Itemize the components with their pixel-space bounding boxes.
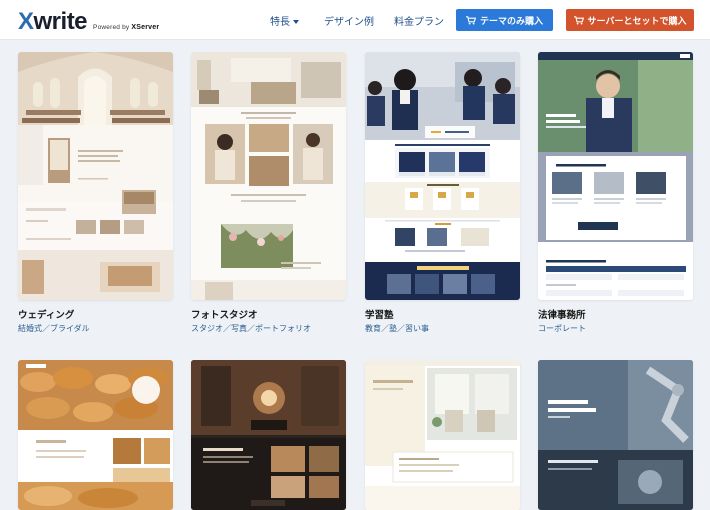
design-card-restaurant[interactable] — [191, 360, 346, 510]
card-tags[interactable]: コーポレート — [538, 323, 586, 334]
salon-thumbnail[interactable] — [365, 360, 520, 510]
xwrite-logo[interactable]: Xwrite Powered by XServer — [18, 8, 159, 36]
cart-icon — [465, 16, 477, 25]
design-card-salon[interactable] — [365, 360, 520, 510]
buy-with-server-button[interactable]: サーバーとセットで購入 — [566, 9, 694, 31]
design-card-bakery[interactable] — [18, 360, 173, 510]
law-firm-thumbnail[interactable] — [538, 52, 693, 300]
logo-wordmark: Xwrite — [18, 8, 88, 35]
design-card-tech[interactable] — [538, 360, 693, 510]
card-title: フォトスタジオ — [191, 310, 258, 321]
bakery-thumbnail[interactable] — [18, 360, 173, 510]
nav-features[interactable]: 特長 — [270, 13, 299, 28]
photo-studio-thumbnail[interactable] — [191, 52, 346, 300]
card-tags[interactable]: スタジオ／写真／ポートフォリオ — [191, 323, 311, 334]
card-title: ウェディング — [18, 310, 75, 321]
chevron-down-icon — [293, 20, 299, 24]
buy-theme-button[interactable]: テーマのみ購入 — [456, 9, 553, 31]
card-tags[interactable]: 結婚式／ブライダル — [18, 323, 90, 334]
card-title: 学習塾 — [365, 310, 394, 321]
restaurant-thumbnail[interactable] — [191, 360, 346, 510]
cart-icon — [573, 16, 584, 25]
nav-design-examples[interactable]: デザイン例 — [324, 13, 374, 28]
site-header: Xwrite Powered by XServer 特長 デザイン例 料金プラン… — [0, 0, 710, 40]
card-title: 法律事務所 — [538, 310, 586, 321]
logo-powered-by: Powered by XServer — [93, 24, 160, 31]
nav-pricing[interactable]: 料金プラン — [394, 13, 444, 28]
tech-thumbnail[interactable] — [538, 360, 693, 510]
card-tags[interactable]: 教育／塾／習い事 — [365, 323, 429, 334]
cram-school-thumbnail[interactable] — [365, 52, 520, 300]
wedding-thumbnail[interactable] — [18, 52, 173, 300]
